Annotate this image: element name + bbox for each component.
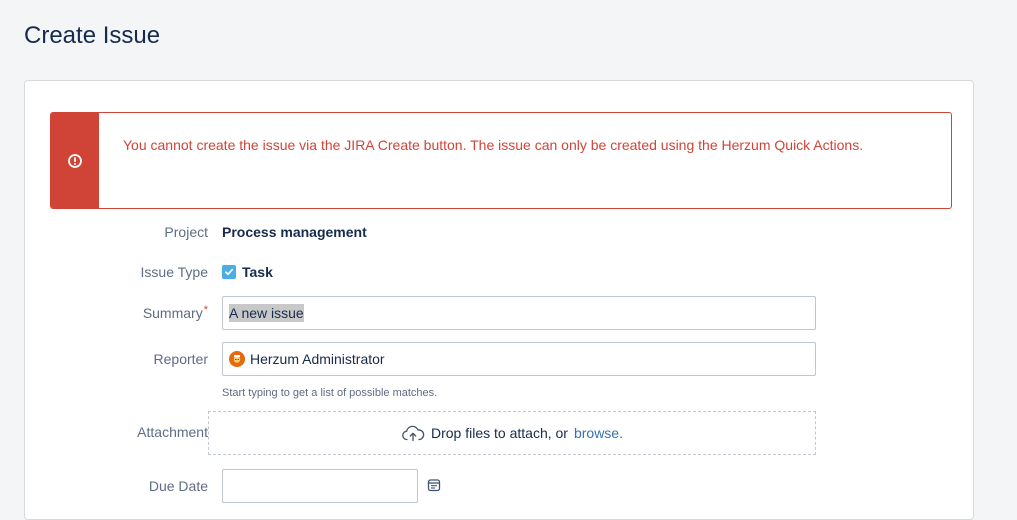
summary-input[interactable]: A new issue — [222, 296, 816, 330]
avatar — [229, 351, 245, 367]
reporter-row: Reporter Herzum Administrator — [25, 342, 975, 376]
browse-link[interactable]: browse. — [574, 425, 623, 441]
attachment-label: Attachment — [137, 424, 208, 440]
page-title: Create Issue — [24, 22, 161, 49]
create-issue-panel: You cannot create the issue via the JIRA… — [24, 80, 974, 520]
summary-input-value: A new issue — [229, 304, 304, 322]
due-date-row: Due Date — [25, 469, 975, 503]
summary-row: Summary* A new issue — [25, 296, 975, 330]
error-banner-side — [51, 113, 99, 208]
error-icon — [68, 153, 82, 168]
reporter-hint: Start typing to get a list of possible m… — [222, 387, 438, 399]
dropzone-text: Drop files to attach, or — [431, 425, 568, 441]
reporter-label: Reporter — [153, 351, 208, 367]
reporter-input[interactable]: Herzum Administrator — [222, 342, 816, 376]
project-value: Process management — [222, 224, 367, 240]
reporter-input-value: Herzum Administrator — [250, 351, 385, 367]
error-message: You cannot create the issue via the JIRA… — [123, 137, 864, 153]
issue-type-value[interactable]: Task — [222, 257, 273, 287]
summary-label: Summary* — [143, 296, 208, 332]
attachment-dropzone[interactable]: Drop files to attach, or browse. — [208, 411, 816, 455]
required-marker: * — [203, 304, 208, 316]
cloud-upload-icon — [402, 425, 425, 442]
task-checkbox-icon — [222, 265, 236, 279]
user-avatar-icon — [233, 355, 241, 363]
summary-label-text: Summary — [142, 305, 203, 321]
error-banner: You cannot create the issue via the JIRA… — [50, 112, 952, 209]
calendar-icon[interactable] — [427, 478, 441, 492]
due-date-label: Due Date — [148, 478, 208, 494]
project-row: Project Process management — [25, 217, 975, 247]
due-date-input[interactable] — [222, 469, 418, 503]
issue-type-row: Issue Type Task — [25, 257, 975, 287]
issue-type-text: Task — [242, 264, 273, 280]
project-label: Project — [164, 224, 208, 240]
issue-type-label: Issue Type — [140, 264, 208, 280]
